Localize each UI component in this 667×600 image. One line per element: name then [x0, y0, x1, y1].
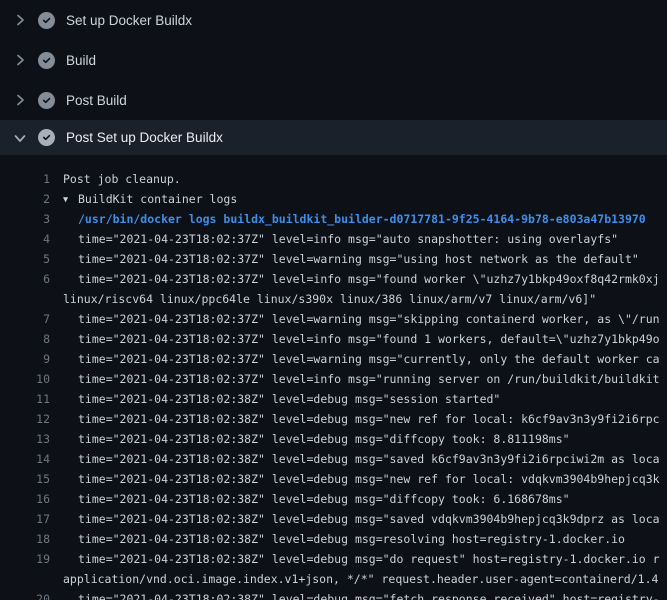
log-line: 10time="2021-04-23T18:02:37Z" level=info… — [0, 369, 667, 389]
log-line-number[interactable]: 11 — [0, 389, 50, 409]
log-line: 18time="2021-04-23T18:02:38Z" level=debu… — [0, 529, 667, 549]
log-line-text: time="2021-04-23T18:02:38Z" level=debug … — [50, 449, 660, 469]
log-line: 11time="2021-04-23T18:02:38Z" level=debu… — [0, 389, 667, 409]
chevron-right-icon[interactable] — [12, 12, 28, 28]
log-line-text: time="2021-04-23T18:02:38Z" level=debug … — [50, 429, 570, 449]
chevron-right-icon[interactable] — [12, 92, 28, 108]
log-line: 3/usr/bin/docker logs buildx_buildkit_bu… — [0, 209, 667, 229]
log-line-number[interactable]: 19 — [0, 549, 50, 569]
step-label: Set up Docker Buildx — [66, 13, 192, 28]
log-line: 7time="2021-04-23T18:02:37Z" level=warni… — [0, 309, 667, 329]
step-label: Build — [66, 53, 96, 68]
log-line-text: time="2021-04-23T18:02:37Z" level=info m… — [50, 269, 660, 289]
log-line-number[interactable]: 5 — [0, 249, 50, 269]
log-line: 12time="2021-04-23T18:02:38Z" level=debu… — [0, 409, 667, 429]
log-line: 4time="2021-04-23T18:02:37Z" level=info … — [0, 229, 667, 249]
log-line-number[interactable]: 1 — [0, 169, 50, 189]
log-line-text: Post job cleanup. — [50, 169, 181, 189]
check-circle-icon — [38, 12, 55, 29]
log-line-number[interactable]: 15 — [0, 469, 50, 489]
log-line-text: time="2021-04-23T18:02:38Z" level=debug … — [50, 469, 660, 489]
log-line: 17time="2021-04-23T18:02:38Z" level=debu… — [0, 509, 667, 529]
log-line: 6time="2021-04-23T18:02:37Z" level=info … — [0, 269, 667, 289]
log-line: 16time="2021-04-23T18:02:38Z" level=debu… — [0, 489, 667, 509]
group-collapse-icon[interactable]: ▼ — [63, 190, 78, 209]
log-line: 2▼BuildKit container logs — [0, 189, 667, 209]
log-line-text: time="2021-04-23T18:02:37Z" level=warnin… — [50, 309, 660, 329]
log-line: 9time="2021-04-23T18:02:37Z" level=warni… — [0, 349, 667, 369]
log-line-number[interactable]: 17 — [0, 509, 50, 529]
step-header-post-set-up-docker-buildx[interactable]: Post Set up Docker Buildx — [0, 120, 667, 155]
check-circle-icon — [38, 129, 55, 146]
log-line-number[interactable]: 9 — [0, 349, 50, 369]
log-line-number — [0, 569, 50, 589]
chevron-right-icon[interactable] — [12, 52, 28, 68]
log-line: 19time="2021-04-23T18:02:38Z" level=debu… — [0, 549, 667, 569]
step-header-build[interactable]: Build — [0, 40, 667, 80]
log-line-text: time="2021-04-23T18:02:37Z" level=info m… — [50, 369, 660, 389]
check-circle-icon — [38, 52, 55, 69]
log-line: application/vnd.oci.image.index.v1+json,… — [0, 569, 667, 589]
log-line-number[interactable]: 4 — [0, 229, 50, 249]
steps-list: Set up Docker Buildx Build Post Build Post … — [0, 0, 667, 155]
log-line-number[interactable]: 7 — [0, 309, 50, 329]
log-line-number[interactable]: 14 — [0, 449, 50, 469]
log-line: 14time="2021-04-23T18:02:38Z" level=debu… — [0, 449, 667, 469]
log-line-number[interactable]: 12 — [0, 409, 50, 429]
log-line-text: time="2021-04-23T18:02:38Z" level=debug … — [50, 529, 625, 549]
step-label: Post Set up Docker Buildx — [66, 130, 223, 145]
actions-log-viewer: Set up Docker Buildx Build Post Build Post … — [0, 0, 667, 600]
log-line-number[interactable]: 18 — [0, 529, 50, 549]
log-line-text: time="2021-04-23T18:02:37Z" level=info m… — [50, 329, 660, 349]
log-line-text: time="2021-04-23T18:02:38Z" level=debug … — [50, 389, 500, 409]
log-line: linux/riscv64 linux/ppc64le linux/s390x … — [0, 289, 667, 309]
log-line-text: time="2021-04-23T18:02:37Z" level=info m… — [50, 229, 618, 249]
log-line-text: time="2021-04-23T18:02:38Z" level=debug … — [50, 549, 660, 569]
log-line-number[interactable]: 10 — [0, 369, 50, 389]
check-circle-icon — [38, 92, 55, 109]
log-line-number[interactable]: 2 — [0, 189, 50, 209]
log-line: 1Post job cleanup. — [0, 169, 667, 189]
log-line-text: time="2021-04-23T18:02:38Z" level=debug … — [50, 409, 660, 429]
log-line: 5time="2021-04-23T18:02:37Z" level=warni… — [0, 249, 667, 269]
step-label: Post Build — [66, 93, 127, 108]
log-line-number[interactable]: 13 — [0, 429, 50, 449]
log-line-number[interactable]: 6 — [0, 269, 50, 289]
log-line-number[interactable]: 3 — [0, 209, 50, 229]
log-line-text: linux/riscv64 linux/ppc64le linux/s390x … — [50, 289, 596, 309]
log-viewer: 1Post job cleanup.2▼BuildKit container l… — [0, 155, 667, 600]
log-line-text: time="2021-04-23T18:02:38Z" level=debug … — [50, 489, 570, 509]
log-line: 15time="2021-04-23T18:02:38Z" level=debu… — [0, 469, 667, 489]
log-command-text: /usr/bin/docker logs buildx_buildkit_bui… — [50, 209, 646, 229]
log-line-text: time="2021-04-23T18:02:37Z" level=warnin… — [50, 349, 660, 369]
log-line: 13time="2021-04-23T18:02:38Z" level=debu… — [0, 429, 667, 449]
log-line: 8time="2021-04-23T18:02:37Z" level=info … — [0, 329, 667, 349]
step-header-set-up-docker-buildx[interactable]: Set up Docker Buildx — [0, 0, 667, 40]
step-header-post-build[interactable]: Post Build — [0, 80, 667, 120]
log-line-text: time="2021-04-23T18:02:38Z" level=debug … — [50, 589, 660, 600]
log-line-number — [0, 289, 50, 309]
log-line-number[interactable]: 20 — [0, 589, 50, 600]
log-line-text: time="2021-04-23T18:02:38Z" level=debug … — [50, 509, 660, 529]
log-line-text: application/vnd.oci.image.index.v1+json,… — [50, 569, 658, 589]
log-line-number[interactable]: 16 — [0, 489, 50, 509]
log-line-number[interactable]: 8 — [0, 329, 50, 349]
log-line-text: ▼BuildKit container logs — [50, 189, 237, 209]
log-line-text: time="2021-04-23T18:02:37Z" level=warnin… — [50, 249, 639, 269]
log-line: 20time="2021-04-23T18:02:38Z" level=debu… — [0, 589, 667, 600]
chevron-down-icon[interactable] — [12, 130, 28, 146]
